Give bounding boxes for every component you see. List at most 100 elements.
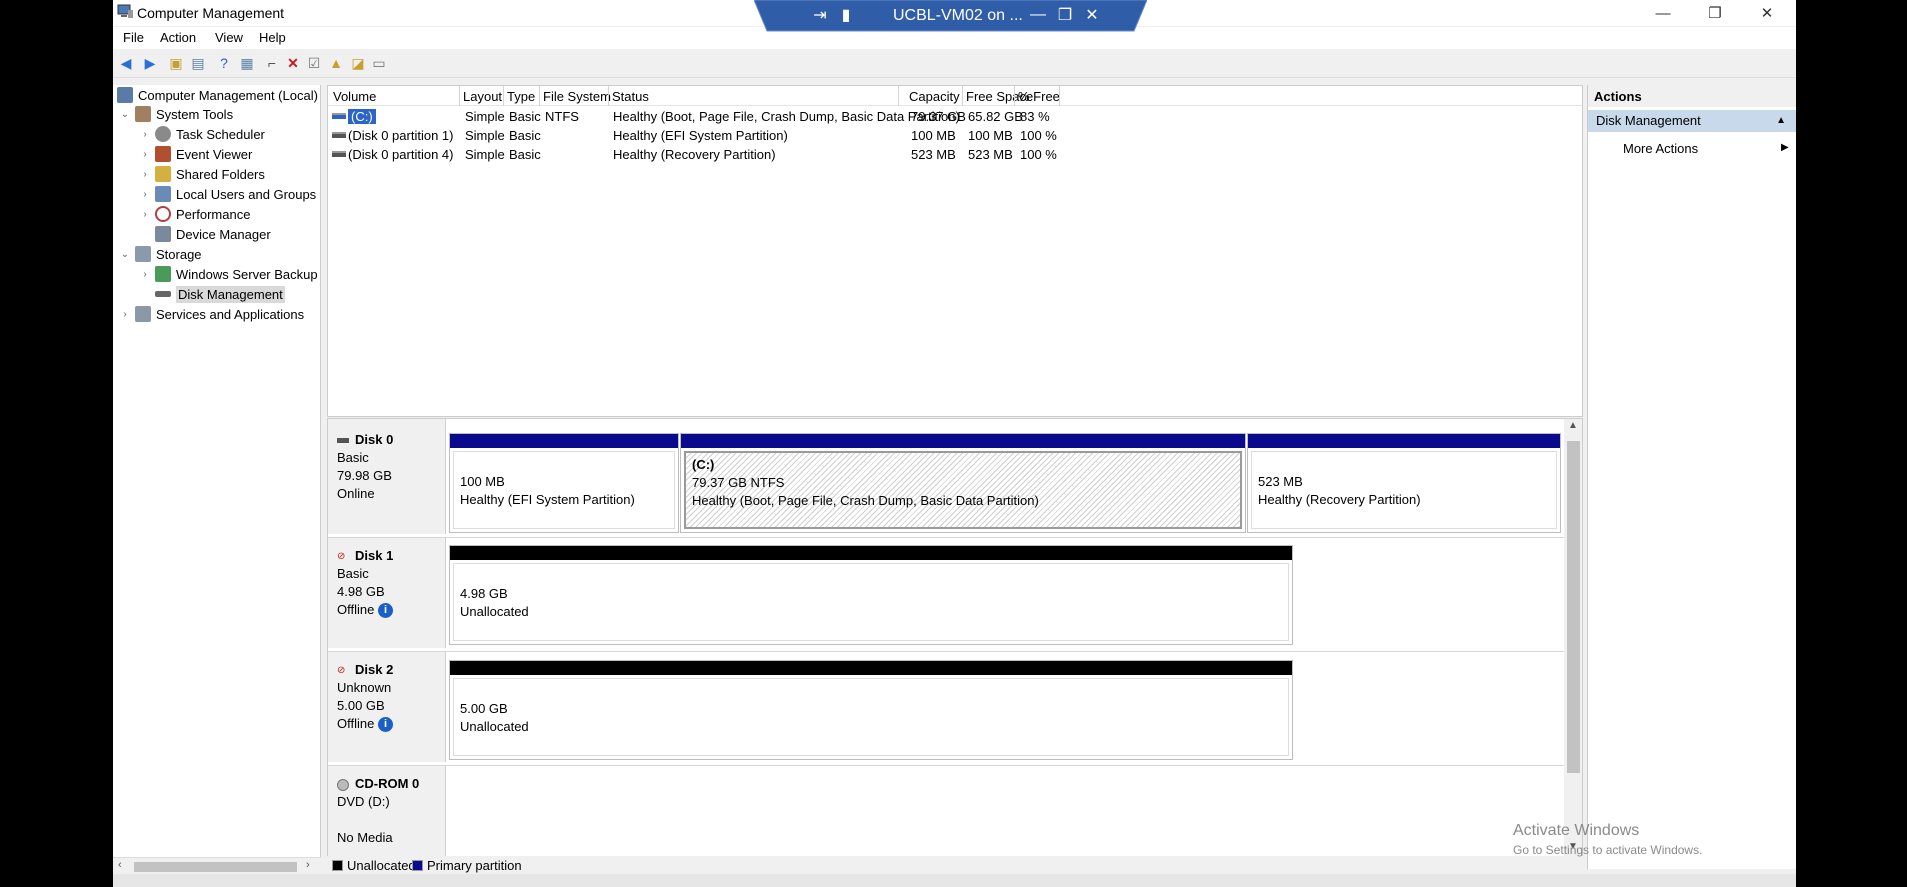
menu-file[interactable]: File xyxy=(123,30,144,45)
view-icon[interactable]: ▦ xyxy=(238,54,256,72)
clock-icon xyxy=(155,126,171,142)
tree-item-local-users-and-groups[interactable]: › Local Users and Groups xyxy=(139,185,316,203)
up-folder-icon[interactable]: ▣ xyxy=(167,54,185,72)
menu-action[interactable]: Action xyxy=(160,30,196,45)
tree-horizontal-scrollbar[interactable]: ‹ › xyxy=(113,857,321,874)
disk-name: ⊘ Disk 2 xyxy=(337,662,394,677)
checkmark-icon[interactable]: ☑ xyxy=(305,54,323,72)
scroll-left-icon[interactable]: ‹ xyxy=(118,859,122,871)
actions-header: Actions xyxy=(1588,85,1796,107)
users-icon xyxy=(155,186,171,202)
tree-item-performance[interactable]: › Performance xyxy=(139,205,250,223)
collapse-icon[interactable]: ▲ xyxy=(1776,115,1786,126)
submenu-arrow-icon: ▶ xyxy=(1781,142,1789,153)
tree-item-task-scheduler[interactable]: › Task Scheduler xyxy=(139,125,265,143)
rdp-restore-icon[interactable]: ❐ xyxy=(1055,5,1075,25)
volume-row[interactable]: (C:) Simple Basic NTFS Healthy (Boot, Pa… xyxy=(328,107,1582,126)
chevron-down-icon[interactable]: ⌄ xyxy=(119,109,131,120)
chevron-right-icon[interactable]: › xyxy=(139,269,151,280)
minimize-button[interactable]: — xyxy=(1637,0,1689,26)
chevron-right-icon[interactable]: › xyxy=(139,129,151,140)
actions-section-disk-management[interactable]: Disk Management ▲ xyxy=(1588,110,1796,132)
column-percent-free[interactable]: % Free xyxy=(1018,89,1060,104)
connect-icon[interactable]: ⌐ xyxy=(263,54,281,72)
close-icon: ✕ xyxy=(1760,5,1774,22)
disk-state: Offline i xyxy=(337,602,393,619)
info-icon[interactable]: i xyxy=(377,717,393,733)
column-file-system[interactable]: File System xyxy=(543,89,611,104)
column-volume[interactable]: Volume xyxy=(333,89,376,104)
disk-graphical-view: Disk 0 Basic 79.98 GB Online 100 MB Heal… xyxy=(327,418,1583,857)
tree-item-storage[interactable]: ⌄ Storage xyxy=(119,245,202,263)
disk-1-label[interactable]: ⊘ Disk 1 Basic 4.98 GB Offline i xyxy=(328,538,446,648)
column-status[interactable]: Status xyxy=(612,89,649,104)
pin-icon[interactable]: ⇥ xyxy=(810,5,830,25)
scrollbar-thumb[interactable] xyxy=(134,862,297,872)
disk-state: Offline i xyxy=(337,716,393,733)
menu-help[interactable]: Help xyxy=(259,30,286,45)
volume-list-header: Volume Layout Type File System Status Ca… xyxy=(328,86,1582,106)
signal-icon[interactable]: ▮ xyxy=(836,5,856,25)
disk-0-label[interactable]: Disk 0 Basic 79.98 GB Online xyxy=(328,419,446,534)
folder-up-icon[interactable]: ▲ xyxy=(327,54,345,72)
tree-item-event-viewer[interactable]: › Event Viewer xyxy=(139,145,252,163)
tree-root[interactable]: Computer Management (Local) xyxy=(117,86,318,104)
chevron-right-icon[interactable]: › xyxy=(139,209,151,220)
chevron-right-icon[interactable]: › xyxy=(139,189,151,200)
scrollbar-thumb[interactable] xyxy=(1567,441,1580,773)
legend-primary: Primary partition xyxy=(427,858,522,873)
scroll-right-icon[interactable]: › xyxy=(306,859,310,871)
partition-recovery[interactable]: 523 MB Healthy (Recovery Partition) xyxy=(1247,433,1561,533)
partition-unallocated-disk-2[interactable]: 5.00 GB Unallocated xyxy=(449,660,1293,760)
tree-item-disk-management[interactable]: Disk Management xyxy=(139,285,285,303)
partition-c[interactable]: (C:) 79.37 GB NTFS Healthy (Boot, Page F… xyxy=(680,433,1246,533)
partition-unallocated-disk-1[interactable]: 4.98 GB Unallocated xyxy=(449,545,1293,645)
more-actions[interactable]: More Actions ▶ xyxy=(1623,141,1789,156)
volume-row[interactable]: (Disk 0 partition 1) Simple Basic Health… xyxy=(328,126,1582,145)
chevron-right-icon[interactable]: › xyxy=(139,149,151,160)
tree-item-shared-folders[interactable]: › Shared Folders xyxy=(139,165,265,183)
storage-icon xyxy=(135,246,151,262)
show-hide-tree-icon[interactable]: ▤ xyxy=(189,54,207,72)
close-button[interactable]: ✕ xyxy=(1741,0,1793,26)
info-icon[interactable]: i xyxy=(377,603,393,619)
cdrom-icon xyxy=(337,778,349,791)
chevron-right-icon[interactable]: › xyxy=(139,169,151,180)
device-manager-icon xyxy=(155,226,171,242)
tree-item-system-tools[interactable]: ⌄ System Tools xyxy=(119,105,233,123)
tree-item-device-manager[interactable]: Device Manager xyxy=(139,225,271,243)
event-viewer-icon xyxy=(155,146,171,162)
chevron-down-icon[interactable]: ⌄ xyxy=(119,249,131,260)
disk-2-label[interactable]: ⊘ Disk 2 Unknown 5.00 GB Offline i xyxy=(328,652,446,762)
column-layout[interactable]: Layout xyxy=(463,89,502,104)
help-icon[interactable]: ? xyxy=(215,54,233,72)
computer-management-icon xyxy=(117,4,133,18)
search-folder-icon[interactable]: ◪ xyxy=(349,54,367,72)
partition-efi[interactable]: 100 MB Healthy (EFI System Partition) xyxy=(449,433,679,533)
navigation-tree: Computer Management (Local) ⌄ System Too… xyxy=(113,85,321,869)
volume-row[interactable]: (Disk 0 partition 4) Simple Basic Health… xyxy=(328,145,1582,164)
chevron-right-icon[interactable]: › xyxy=(119,309,131,320)
rdp-minimize-icon[interactable]: — xyxy=(1028,5,1048,25)
rdp-close-icon[interactable]: ✕ xyxy=(1082,5,1102,25)
disk-name: Disk 0 xyxy=(337,432,393,447)
restore-button[interactable]: ❐ xyxy=(1689,0,1741,26)
properties-icon[interactable]: ▭ xyxy=(370,54,388,72)
volume-icon xyxy=(332,151,346,157)
scroll-up-icon[interactable]: ▲ xyxy=(1568,420,1578,431)
cdrom-0-label[interactable]: CD-ROM 0 DVD (D:) No Media xyxy=(328,766,446,856)
tree-item-windows-server-backup[interactable]: › Windows Server Backup xyxy=(139,265,318,283)
column-type[interactable]: Type xyxy=(507,89,535,104)
tree-item-services-and-applications[interactable]: › Services and Applications xyxy=(119,305,304,323)
activation-watermark: Activate Windows xyxy=(1513,822,1640,839)
back-icon[interactable]: ◀ xyxy=(117,54,135,72)
delete-icon[interactable]: ✕ xyxy=(284,54,302,72)
column-capacity[interactable]: Capacity xyxy=(909,89,960,104)
menu-view[interactable]: View xyxy=(215,30,243,45)
backup-icon xyxy=(155,266,171,282)
volume-icon xyxy=(332,132,346,138)
forward-icon[interactable]: ▶ xyxy=(141,54,159,72)
disk-offline-icon: ⊘ xyxy=(337,664,346,676)
disk-view-vertical-scrollbar[interactable]: ▲ ▼ xyxy=(1564,419,1582,856)
disk-name: CD-ROM 0 xyxy=(337,776,419,791)
